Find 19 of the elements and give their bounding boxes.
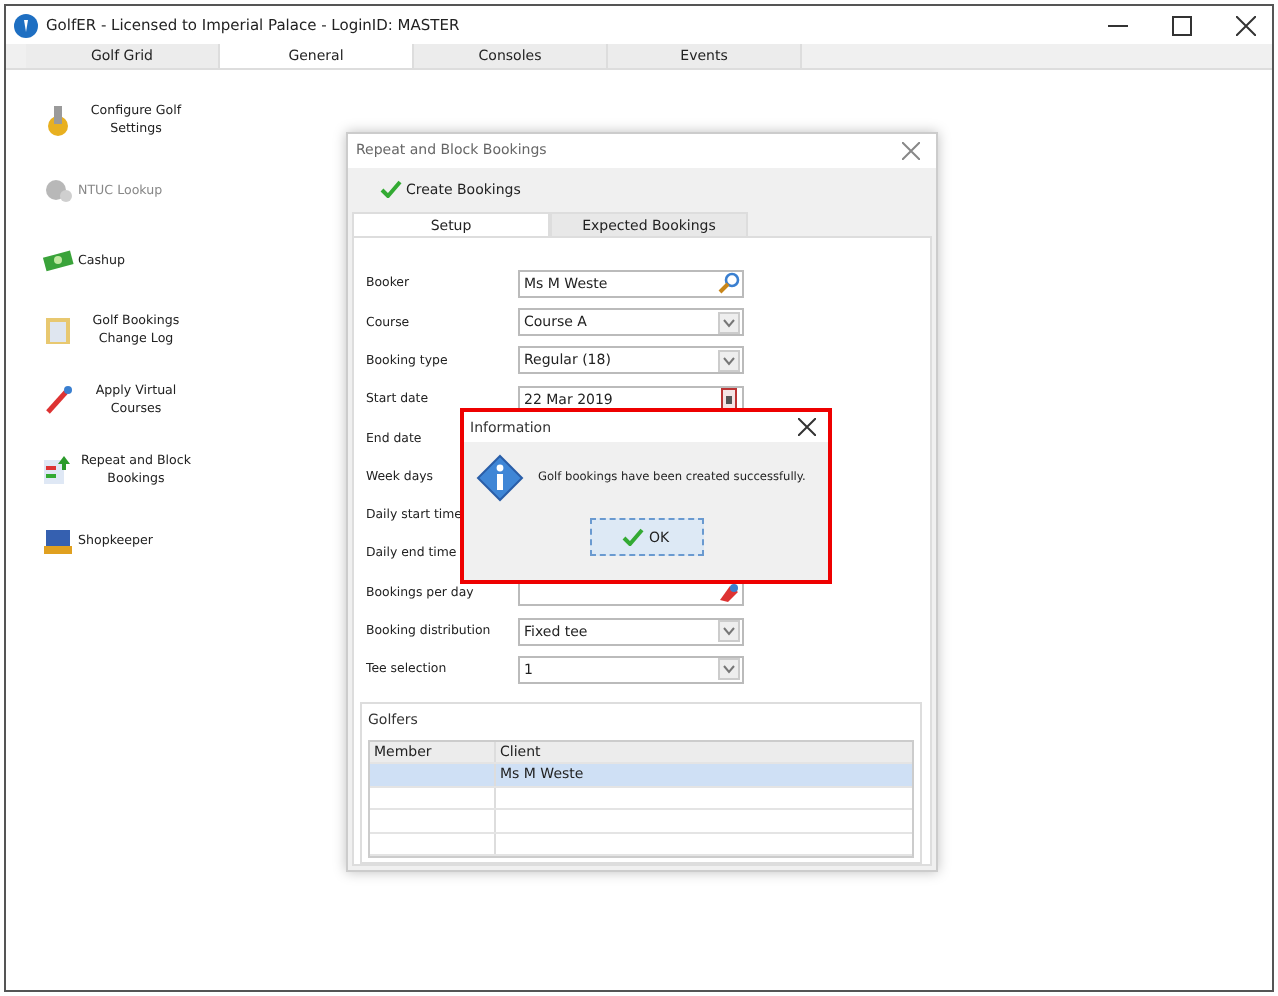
close-icon xyxy=(1236,15,1256,35)
table-row[interactable] xyxy=(370,810,912,833)
shop-icon xyxy=(42,524,74,556)
maximize-icon xyxy=(1172,15,1192,35)
close-icon xyxy=(902,141,920,160)
clipboard-icon xyxy=(42,314,74,346)
close-icon xyxy=(798,418,816,436)
check-icon xyxy=(622,528,645,546)
app-logo-icon xyxy=(14,13,38,37)
gear-icon xyxy=(42,104,74,136)
info-icon xyxy=(476,454,524,502)
table-row[interactable] xyxy=(370,833,912,856)
picker-icon xyxy=(718,581,740,604)
search-icon xyxy=(718,272,740,295)
table-row[interactable] xyxy=(370,787,912,810)
list-icon xyxy=(42,454,74,486)
gears-icon xyxy=(42,174,74,206)
check-icon xyxy=(380,180,402,199)
wand-icon xyxy=(42,384,74,416)
